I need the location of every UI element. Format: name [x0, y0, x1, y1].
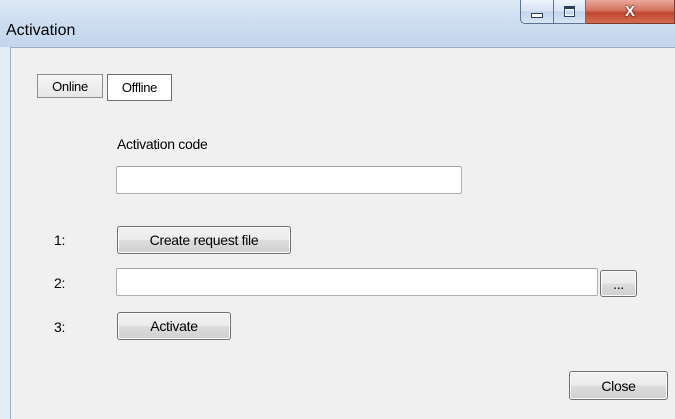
window-title: Activation: [6, 22, 76, 39]
activation-window: Activation X Online Offline Activation c…: [0, 0, 675, 419]
close-icon: X: [624, 2, 635, 20]
close-button[interactable]: Close: [569, 371, 668, 400]
maximize-icon: [564, 6, 575, 17]
activation-code-input[interactable]: [116, 166, 462, 194]
response-file-path-input[interactable]: [116, 268, 598, 296]
create-request-file-button[interactable]: Create request file: [117, 226, 291, 254]
step-3-label: 3:: [54, 319, 66, 335]
maximize-button[interactable]: [554, 0, 586, 24]
step-1-label: 1:: [54, 232, 66, 248]
tab-online[interactable]: Online: [37, 74, 103, 98]
minimize-button[interactable]: [520, 0, 554, 24]
step-2-label: 2:: [54, 275, 66, 291]
browse-button[interactable]: ...: [600, 270, 637, 297]
activation-code-label: Activation code: [117, 136, 208, 152]
dialog-body: Online Offline Activation code 1: Create…: [10, 47, 675, 419]
tab-offline[interactable]: Offline: [107, 74, 172, 101]
close-window-button[interactable]: X: [586, 0, 675, 24]
minimize-icon: [531, 12, 543, 18]
title-bar[interactable]: Activation X: [0, 0, 675, 47]
activate-button[interactable]: Activate: [117, 312, 231, 340]
window-controls: X: [520, 0, 675, 26]
